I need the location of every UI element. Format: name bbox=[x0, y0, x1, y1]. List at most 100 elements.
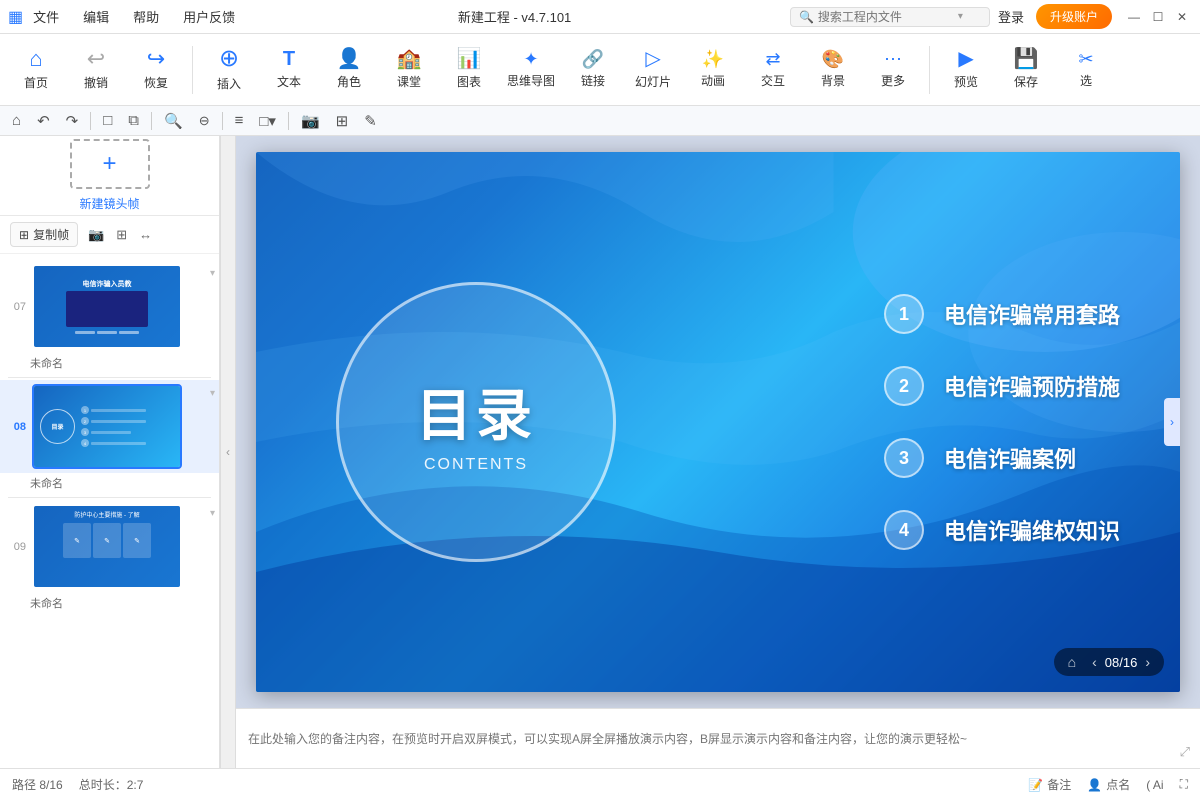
preview-label: 预览 bbox=[954, 73, 978, 90]
notes-expand-icon[interactable]: ⤢ bbox=[1180, 744, 1190, 760]
camera-tool-icon[interactable]: 📷 bbox=[86, 225, 106, 245]
itb-edit-icon[interactable]: ✎ bbox=[360, 110, 381, 132]
slide-item-09[interactable]: 09 防护中心主要措施 - 了解 ✎ ✎ ✎ ▾ bbox=[0, 500, 219, 593]
notes-input[interactable] bbox=[248, 732, 1188, 746]
undo-label: 撤销 bbox=[84, 74, 108, 91]
itb-distribute-icon[interactable]: □▾ bbox=[255, 110, 280, 132]
slide-label-09: 未命名 bbox=[0, 593, 219, 615]
new-frame-area[interactable]: + 新建镜头帧 bbox=[0, 136, 219, 216]
itb-sep-2 bbox=[151, 112, 152, 130]
status-ai-button[interactable]: ( Ai bbox=[1146, 778, 1163, 792]
toolbar-more[interactable]: ⋯ 更多 bbox=[865, 38, 921, 102]
save-icon: 💾 bbox=[1014, 49, 1039, 69]
toolbar-undo[interactable]: ↩ 撤销 bbox=[68, 38, 124, 102]
maximize-button[interactable]: ☐ bbox=[1148, 7, 1168, 27]
fullscreen-icon: ⛶ bbox=[1180, 777, 1188, 792]
main-layout: + 新建镜头帧 ⊞ 复制帧 📷 ⊞ ↔ 07 电信诈骗入员教 bbox=[0, 136, 1200, 768]
itb-frame-icon[interactable]: □ bbox=[99, 110, 116, 131]
move-tool-icon[interactable]: ↔ bbox=[137, 225, 154, 244]
toolbar-select[interactable]: ✂ 选 bbox=[1058, 38, 1114, 102]
slide-item-07[interactable]: 07 电信诈骗入员教 ▾ bbox=[0, 260, 219, 353]
more-label: 更多 bbox=[881, 72, 905, 89]
toolbar-slideshow[interactable]: ▷ 幻灯片 bbox=[625, 38, 681, 102]
menu-file[interactable]: 文件 bbox=[29, 5, 63, 28]
menu-feedback[interactable]: 用户反馈 bbox=[179, 5, 239, 28]
itb-home-icon[interactable]: ⌂ bbox=[8, 110, 25, 131]
toolbar-separator-2 bbox=[929, 46, 930, 94]
itb-zoomin-icon[interactable]: 🔍 bbox=[160, 110, 187, 132]
nav-next-button[interactable]: › bbox=[1141, 652, 1154, 672]
itb-zoomout-icon[interactable]: ⊖ bbox=[195, 111, 214, 131]
slide-item-08[interactable]: 08 目录 1 2 bbox=[0, 380, 219, 473]
toolbar-interact[interactable]: ⇄ 交互 bbox=[745, 38, 801, 102]
toolbar-separator-1 bbox=[192, 46, 193, 94]
status-fullscreen-button[interactable]: ⛶ bbox=[1180, 777, 1188, 792]
insert-icon: ⊕ bbox=[219, 47, 239, 71]
search-box[interactable]: 🔍 ▾ bbox=[790, 7, 990, 27]
expand-arrow-08[interactable]: ▾ bbox=[210, 388, 215, 399]
status-point-button[interactable]: 👤 点名 bbox=[1087, 776, 1130, 793]
upgrade-button[interactable]: 升级账户 bbox=[1036, 4, 1112, 29]
point-icon: 👤 bbox=[1087, 778, 1102, 792]
undo-icon: ↩ bbox=[87, 48, 105, 70]
background-icon: 🎨 bbox=[822, 50, 844, 68]
expand-arrow-09[interactable]: ▾ bbox=[210, 508, 215, 519]
toolbar-classroom[interactable]: 🏫 课堂 bbox=[381, 38, 437, 102]
toc-subtitle: CONTENTS bbox=[424, 456, 528, 474]
toolbar-character[interactable]: 👤 角色 bbox=[321, 38, 377, 102]
text-icon: T bbox=[283, 49, 295, 69]
close-button[interactable]: ✕ bbox=[1172, 7, 1192, 27]
redo-label: 恢复 bbox=[144, 74, 168, 91]
slide-thumb-09: 防护中心主要措施 - 了解 ✎ ✎ ✎ bbox=[32, 504, 182, 589]
nav-home-button[interactable]: ⌂ bbox=[1064, 652, 1080, 672]
toolbar-home[interactable]: ⌂ 首页 bbox=[8, 38, 64, 102]
toc-num-1: 1 bbox=[884, 294, 924, 334]
itb-redo-icon[interactable]: ↷ bbox=[62, 110, 83, 132]
copy-frame-button[interactable]: ⊞ 复制帧 bbox=[10, 222, 78, 247]
minimize-button[interactable]: — bbox=[1124, 7, 1144, 27]
sidebar-tools: ⊞ 复制帧 📷 ⊞ ↔ bbox=[0, 216, 219, 254]
toolbar-insert[interactable]: ⊕ 插入 bbox=[201, 38, 257, 102]
itb-grid-icon[interactable]: ⊞ bbox=[332, 110, 353, 132]
slide-thumb-07: 电信诈骗入员教 bbox=[32, 264, 182, 349]
home-icon: ⌂ bbox=[29, 48, 42, 70]
status-note-button[interactable]: 📝 备注 bbox=[1028, 776, 1071, 793]
right-panel-toggle[interactable]: › bbox=[1164, 398, 1180, 446]
login-button[interactable]: 登录 bbox=[998, 7, 1024, 26]
classroom-label: 课堂 bbox=[397, 73, 421, 90]
crop-tool-icon[interactable]: ⊞ bbox=[114, 225, 129, 245]
character-icon: 👤 bbox=[337, 49, 362, 69]
toolbar-background[interactable]: 🎨 背景 bbox=[805, 38, 861, 102]
toolbar-preview[interactable]: ▶ 预览 bbox=[938, 38, 994, 102]
expand-arrow-07[interactable]: ▾ bbox=[210, 268, 215, 279]
search-input[interactable] bbox=[818, 10, 958, 24]
toolbar-redo[interactable]: ↪ 恢复 bbox=[128, 38, 184, 102]
toolbar-save[interactable]: 💾 保存 bbox=[998, 38, 1054, 102]
toolbar-mindmap[interactable]: ✦ 思维导图 bbox=[501, 38, 561, 102]
sidebar-collapse-handle[interactable]: ‹ bbox=[220, 136, 236, 768]
toolbar-text[interactable]: T 文本 bbox=[261, 38, 317, 102]
new-frame-label: 新建镜头帧 bbox=[79, 195, 139, 212]
character-label: 角色 bbox=[337, 73, 361, 90]
slides-list: 07 电信诈骗入员教 ▾ 未命名 bbox=[0, 254, 219, 768]
menu-bar: 文件 编辑 帮助 用户反馈 bbox=[29, 5, 239, 28]
classroom-icon: 🏫 bbox=[397, 49, 422, 69]
slide-number-07: 07 bbox=[8, 301, 26, 313]
itb-camera-icon[interactable]: 📷 bbox=[297, 110, 324, 132]
insert-label: 插入 bbox=[217, 75, 241, 92]
menu-help[interactable]: 帮助 bbox=[129, 5, 163, 28]
itb-align-icon[interactable]: ≡ bbox=[231, 110, 248, 131]
toolbar-animation[interactable]: ✨ 动画 bbox=[685, 38, 741, 102]
search-icon: 🔍 bbox=[799, 10, 814, 24]
toolbar-chart[interactable]: 📊 图表 bbox=[441, 38, 497, 102]
toolbar-link[interactable]: 🔗 链接 bbox=[565, 38, 621, 102]
app-icon: ▦ bbox=[8, 7, 23, 27]
menu-edit[interactable]: 编辑 bbox=[79, 5, 113, 28]
itb-undo-icon[interactable]: ↶ bbox=[33, 110, 54, 132]
status-bar: 路径 8/16 总时长：2:7 📝 备注 👤 点名 ( Ai ⛶ bbox=[0, 768, 1200, 800]
toc-item-1: 1 电信诈骗常用套路 bbox=[884, 294, 1120, 334]
itb-copy-icon[interactable]: ⧉ bbox=[124, 110, 143, 131]
copy-frame-icon: ⊞ bbox=[19, 228, 29, 242]
search-dropdown-icon[interactable]: ▾ bbox=[958, 11, 963, 22]
nav-prev-button[interactable]: ‹ bbox=[1088, 652, 1101, 672]
